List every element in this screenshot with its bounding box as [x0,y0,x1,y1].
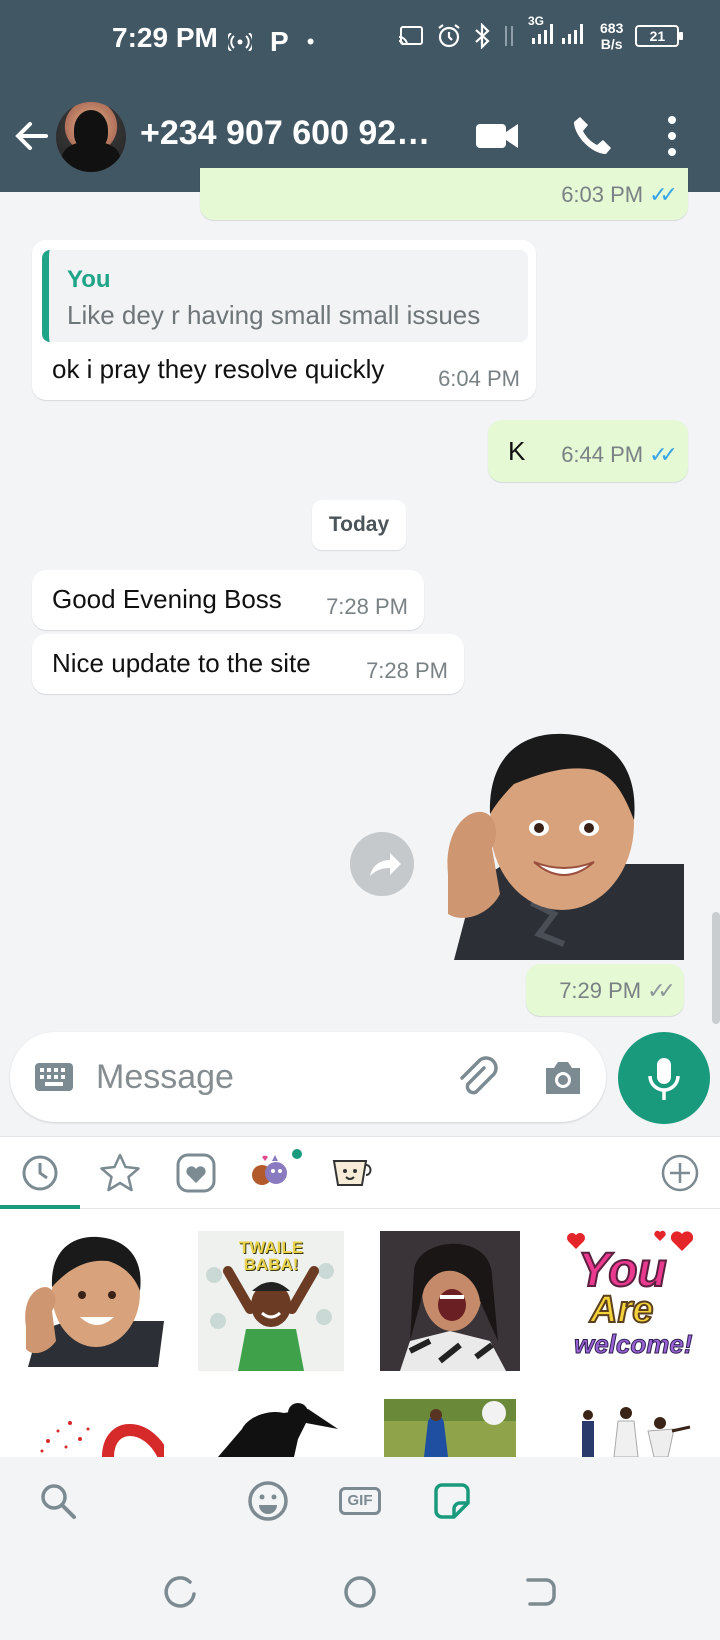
attach-icon[interactable] [454,1054,500,1100]
message-bubble-incoming[interactable]: Nice update to the site 7:28 PM [32,634,464,694]
message-bubble-incoming[interactable]: Good Evening Boss 7:28 PM [32,570,424,630]
net-speed: 683 B/s [600,20,624,52]
recent-apps-icon[interactable] [160,1572,200,1612]
parking-icon: P [270,26,289,57]
cast-icon [398,26,423,46]
read-ticks-icon: ✓✓ [649,442,678,467]
status-bar: 7:29 PM P • 3G 683 B/s 21 [0,0,720,80]
voice-record-button[interactable] [618,1032,710,1124]
message-time: 7:28 PM [366,658,448,683]
status-time: 7:29 PM [112,22,218,53]
message-text: ok i pray they resolve quickly [52,354,385,384]
phone-icon[interactable] [572,114,612,156]
read-ticks-icon: ✓✓ [649,182,678,207]
message-bubble-outgoing[interactable]: 7:29 PM ✓✓ [526,964,684,1016]
scrollbar[interactable] [712,912,720,1024]
message-time: 7:29 PM [559,978,642,1003]
active-tab-indicator [0,1205,80,1209]
system-nav-bar [0,1544,720,1640]
emoji-icon[interactable] [244,1477,292,1525]
search-icon[interactable] [34,1477,82,1525]
message-time: 6:03 PM [561,182,644,207]
coffee-cup-pack-icon[interactable] [328,1151,376,1195]
twaile-baba-text: TWAILE BABA! [238,1238,304,1274]
delivered-ticks-icon: ✓✓ [647,978,676,1003]
message-text: K [508,436,526,466]
message-time: 7:28 PM [326,594,408,619]
sticker-pack-tabs [0,1137,720,1209]
heart-pack-icon[interactable] [172,1151,220,1195]
sticker-you-are-welcome[interactable]: You Are welcome! [556,1227,700,1367]
camera-icon[interactable] [542,1058,584,1096]
message-time: 6:44 PM [561,442,644,467]
keyboard-icon[interactable] [34,1060,74,1094]
microphone-icon [648,1058,680,1100]
more-options-icon[interactable] [660,114,684,158]
date-divider: Today [312,500,406,550]
message-text: Nice update to the site [52,648,311,678]
sticker-red-splash[interactable] [18,1401,164,1457]
bluetooth-icon [475,23,490,49]
home-icon[interactable] [340,1572,380,1612]
add-pack-icon[interactable] [656,1151,704,1195]
battery-icon: 21 [635,25,684,47]
sticker-silhouette[interactable] [198,1399,344,1457]
signal-3g: 3G [528,14,588,52]
welcome-text-3: welcome! [574,1329,693,1360]
status-right-icons: 3G 683 B/s 21 [398,14,684,52]
forward-arrow-icon [370,853,401,876]
tray-bottom-bar: GIF [0,1457,720,1545]
gif-button[interactable]: GIF [336,1477,384,1525]
sticker-laughing-woman[interactable] [380,1231,520,1371]
back-arrow-icon[interactable] [12,116,52,156]
message-text: Good Evening Boss [52,584,282,614]
contact-name[interactable]: +234 907 600 92… [140,114,440,153]
message-bubble-incoming[interactable]: You Like dey r having small small issues… [32,240,536,400]
contact-avatar[interactable] [56,102,126,172]
sticker-outdoor-couple[interactable] [384,1399,516,1457]
sticker-twaile-baba[interactable]: TWAILE BABA! [198,1231,344,1371]
back-nav-icon[interactable] [520,1572,560,1612]
gif-label: GIF [339,1487,381,1515]
sticker-tray: TWAILE BABA! You Are welcome! GIF [0,1136,720,1545]
quoted-text: Like dey r having small small issues [67,300,481,330]
message-composer [10,1032,606,1122]
forward-button[interactable] [350,832,414,896]
sticker-dancers[interactable] [564,1401,700,1457]
sticker-saluting-boy[interactable] [18,1231,164,1367]
new-indicator-dot [292,1149,302,1159]
alarm-icon [438,24,460,48]
message-input[interactable] [96,1054,396,1100]
sticker-icon[interactable] [428,1477,476,1525]
message-bubble-outgoing[interactable]: 6:03 PM ✓✓ [200,168,688,220]
favorites-star-icon[interactable] [96,1151,144,1195]
sticker-grid: TWAILE BABA! You Are welcome! [0,1217,720,1457]
video-call-icon[interactable] [474,118,520,154]
notification-dot: • [306,29,315,54]
sticker-message[interactable] [434,724,684,960]
quoted-author: You [67,266,111,293]
quoted-message[interactable]: You Like dey r having small small issues [42,250,528,342]
recent-clock-icon[interactable] [16,1151,64,1195]
hotspot-icon [228,33,252,51]
message-bubble-outgoing[interactable]: K 6:44 PM ✓✓ [488,420,688,482]
animals-pack-icon[interactable] [246,1151,294,1195]
welcome-text-2: Are [589,1288,654,1332]
message-time: 6:04 PM [438,366,520,391]
data-arrows-icon [505,26,513,46]
status-left-icons: P • [228,26,314,58]
